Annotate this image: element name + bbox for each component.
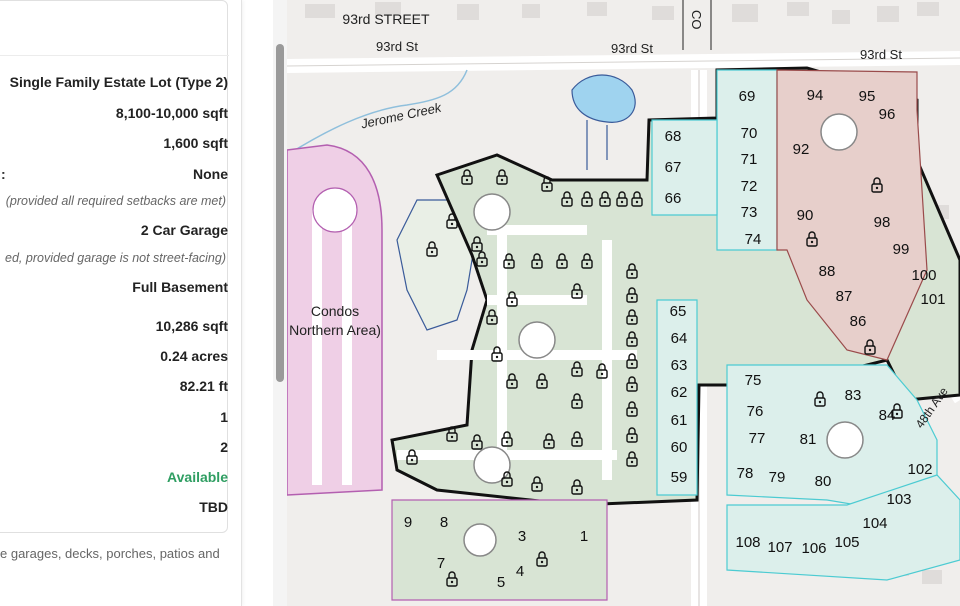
lot-number-103[interactable]: 103 (886, 491, 911, 508)
lot-number-9[interactable]: 9 (404, 514, 412, 531)
price-value: TBD (199, 499, 228, 515)
lot-number-98[interactable]: 98 (874, 214, 891, 231)
lot-number-83[interactable]: 83 (845, 387, 862, 404)
lot-number-74[interactable]: 74 (745, 231, 762, 248)
lot-number-75[interactable]: 75 (745, 372, 762, 389)
lot-number-3[interactable]: 3 (518, 528, 526, 545)
93rd-st-label-center: 93rd St (611, 41, 653, 56)
lot-number-77[interactable]: 77 (749, 430, 766, 447)
lot-number-62[interactable]: 62 (671, 384, 688, 401)
lot-number-61[interactable]: 61 (671, 412, 688, 429)
lot-number-59[interactable]: 59 (671, 469, 688, 486)
phase-value: 2 (220, 439, 228, 455)
93rd-st-label-east: 93rd St (860, 47, 902, 62)
lot-number-107[interactable]: 107 (767, 539, 792, 556)
lot-number-4[interactable]: 4 (516, 563, 524, 580)
93rd-st-label-west: 93rd St (376, 39, 418, 54)
hoa-label-fragment: : (1, 166, 6, 182)
lot-number-69[interactable]: 69 (739, 88, 756, 105)
cross-street-label: CO (689, 10, 704, 30)
lot-number-101[interactable]: 101 (920, 291, 945, 308)
lot-number-90[interactable]: 90 (797, 207, 814, 224)
lot-number-7[interactable]: 7 (437, 555, 445, 572)
lot-number-76[interactable]: 76 (747, 403, 764, 420)
lot-size-value: 10,286 sqft (155, 318, 228, 334)
lot-number-60[interactable]: 60 (671, 439, 688, 456)
lot-details-card: Single Family Estate Lot (Type 2) 8,100-… (0, 0, 229, 533)
teal-lots-66-68 (651, 119, 718, 216)
condos-label-line2: Northern Area) (289, 322, 381, 338)
lot-number-100[interactable]: 100 (911, 267, 936, 284)
lot-number-106[interactable]: 106 (801, 540, 826, 557)
cul-de-sac-southwest (463, 523, 497, 557)
hoa-note: (provided all required setbacks are met) (5, 194, 226, 208)
lot-number-1[interactable]: 1 (580, 528, 588, 545)
site-plan-map[interactable]: 1 3 4 5 7 8 9 59 60 61 62 63 64 65 66 67 68 69 70 71 72 73 74 7… (287, 0, 960, 606)
lot-number-87[interactable]: 87 (836, 288, 853, 305)
93rd-street-label: 93rd STREET (342, 11, 430, 27)
frontage-value: 82.21 ft (179, 378, 228, 394)
site-plan-svg[interactable]: 1345789596061626364656667686970717273747… (287, 0, 960, 606)
panel-scrollbar[interactable] (273, 0, 287, 606)
lot-number-64[interactable]: 64 (671, 330, 688, 347)
lot-number-80[interactable]: 80 (815, 473, 832, 490)
home-size-value: 8,100-10,000 sqft (115, 105, 228, 121)
basement-value: Full Basement (132, 279, 228, 295)
lot-number-84[interactable]: 84 (879, 407, 896, 424)
stories-value: 1 (220, 409, 228, 425)
cul-de-sac-center (518, 321, 556, 359)
lot-number-105[interactable]: 105 (834, 534, 859, 551)
lot-number-86[interactable]: 86 (850, 313, 867, 330)
lot-number-79[interactable]: 79 (769, 469, 786, 486)
lot-number-92[interactable]: 92 (793, 141, 810, 158)
lot-number-63[interactable]: 63 (671, 357, 688, 374)
lot-number-99[interactable]: 99 (893, 241, 910, 258)
lot-number-65[interactable]: 65 (670, 303, 687, 320)
condos-label-line1: Condos (311, 303, 359, 319)
lot-number-95[interactable]: 95 (859, 88, 876, 105)
lot-type-value: Single Family Estate Lot (Type 2) (9, 74, 228, 90)
min-home-value: 1,600 sqft (163, 135, 228, 151)
garage-note: ed, provided garage is not street-facing… (5, 251, 226, 265)
status-value: Available (167, 469, 228, 485)
footnote-text: e garages, decks, porches, patios and (0, 546, 220, 561)
lot-number-96[interactable]: 96 (879, 106, 896, 123)
lot-number-73[interactable]: 73 (741, 204, 758, 221)
garage-value: 2 Car Garage (140, 222, 228, 238)
lot-number-108[interactable]: 108 (735, 534, 760, 551)
cul-de-sac-north (473, 193, 511, 231)
lot-number-8[interactable]: 8 (440, 514, 448, 531)
lot-number-102[interactable]: 102 (907, 461, 932, 478)
lot-number-88[interactable]: 88 (819, 263, 836, 280)
lot-number-78[interactable]: 78 (737, 465, 754, 482)
lot-number-68[interactable]: 68 (665, 128, 682, 145)
lot-number-72[interactable]: 72 (741, 178, 758, 195)
lot-number-70[interactable]: 70 (741, 125, 758, 142)
scrollbar-thumb[interactable] (276, 44, 284, 382)
cul-de-sac-red (820, 113, 858, 151)
card-divider (0, 55, 229, 56)
lot-number-81[interactable]: 81 (800, 431, 817, 448)
cul-de-sac-east (826, 421, 864, 459)
acres-value: 0.24 acres (160, 348, 228, 364)
lot-number-5[interactable]: 5 (497, 574, 505, 591)
lot-number-67[interactable]: 67 (665, 159, 682, 176)
lot-number-71[interactable]: 71 (741, 151, 758, 168)
hoa-value: None (193, 166, 228, 182)
lot-details-panel: Single Family Estate Lot (Type 2) 8,100-… (0, 0, 242, 606)
lot-number-104[interactable]: 104 (862, 515, 887, 532)
lot-number-94[interactable]: 94 (807, 87, 824, 104)
lot-number-66[interactable]: 66 (665, 190, 682, 207)
